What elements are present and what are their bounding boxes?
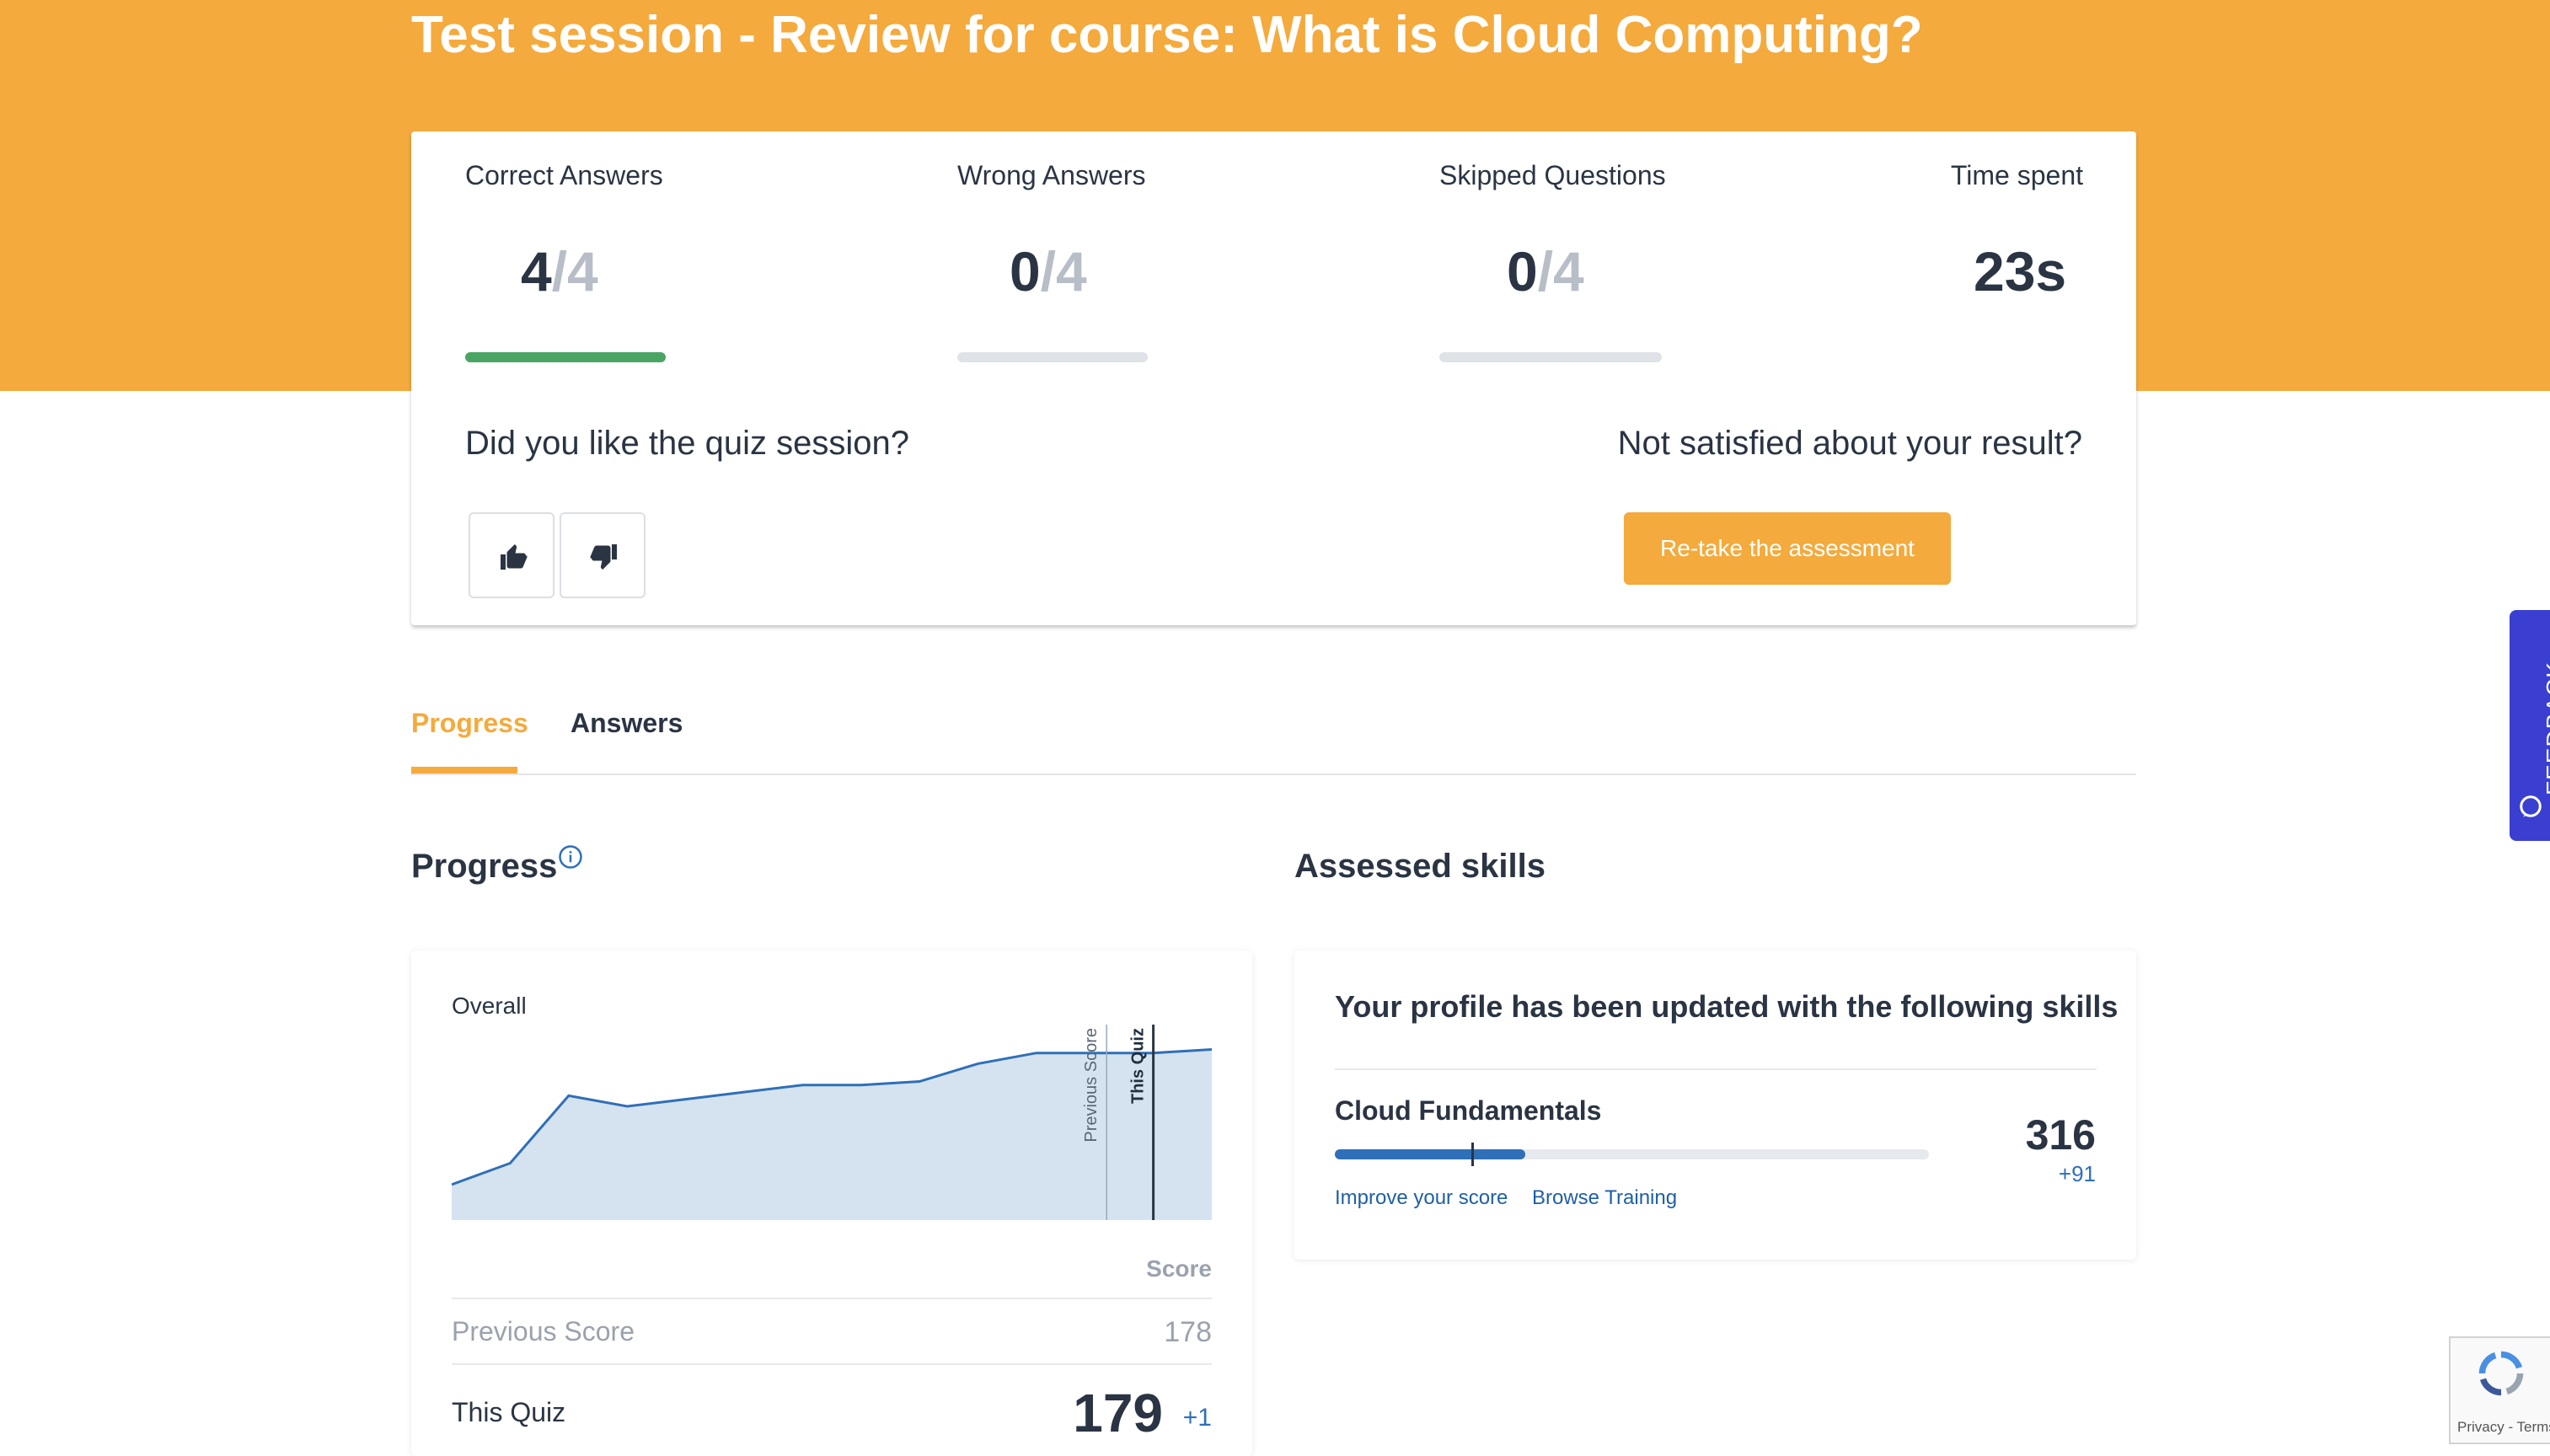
tab-answers[interactable]: Answers xyxy=(571,708,683,739)
thumbs-up-button[interactable] xyxy=(469,512,554,598)
stat-correct-label: Correct Answers xyxy=(465,160,663,191)
skill-name: Cloud Fundamentals xyxy=(1335,1095,1601,1127)
stat-skipped-label: Skipped Questions xyxy=(1439,160,1666,191)
stat-skipped-total: /4 xyxy=(1538,240,1584,302)
thumbs-up-icon xyxy=(498,542,528,572)
overall-progress-chart: Previous Score This Quiz xyxy=(452,1025,1212,1220)
results-card: Correct Answers 4/4 Wrong Answers 0/4 Sk… xyxy=(411,131,2136,625)
chart-title: Overall xyxy=(452,993,527,1020)
skills-panel: Your profile has been updated with the f… xyxy=(1294,950,2136,1260)
chart-marker-label: Previous Score xyxy=(1082,1028,1101,1143)
skill-progress-track xyxy=(1335,1149,1929,1159)
thumbs-down-button[interactable] xyxy=(560,512,646,598)
stat-skipped-value: 0/4 xyxy=(1507,239,1584,303)
recaptcha-links[interactable]: Privacy - Terms xyxy=(2457,1419,2550,1436)
stat-wrong-label: Wrong Answers xyxy=(957,160,1146,191)
skills-section-title: Assessed skills xyxy=(1294,848,1546,886)
score-divider xyxy=(452,1298,1212,1299)
improve-score-link[interactable]: Improve your score xyxy=(1335,1186,1508,1210)
page-title: Test session - Review for course: What i… xyxy=(411,5,1923,65)
stat-correct-count: 4 xyxy=(521,240,552,302)
browse-training-link[interactable]: Browse Training xyxy=(1532,1186,1677,1210)
this-quiz-label: This Quiz xyxy=(452,1397,565,1428)
this-quiz-score: 179 xyxy=(1073,1382,1163,1444)
retake-assessment-button[interactable]: Re-take the assessment xyxy=(1624,512,1951,585)
stat-wrong-count: 0 xyxy=(1010,240,1041,302)
chart-marker-label: This Quiz xyxy=(1129,1028,1148,1104)
stat-wrong-total: /4 xyxy=(1041,240,1087,302)
stat-wrong-bar xyxy=(957,352,1148,362)
stat-correct-value: 4/4 xyxy=(521,239,598,303)
thumbs-down-icon xyxy=(589,542,619,572)
stat-time-label: Time spent xyxy=(1951,160,2083,191)
info-icon[interactable] xyxy=(558,844,583,870)
skill-delta: +91 xyxy=(2059,1161,2096,1187)
this-quiz-delta: +1 xyxy=(1183,1404,1212,1432)
skills-divider xyxy=(1335,1068,2097,1070)
stat-skipped-bar xyxy=(1439,352,1662,362)
previous-score-value: 178 xyxy=(1164,1316,1212,1349)
stat-time-value: 23s xyxy=(1974,239,2066,303)
tab-progress[interactable]: Progress xyxy=(411,708,528,739)
skill-previous-marker xyxy=(1471,1143,1474,1166)
stat-correct-bar xyxy=(465,352,666,362)
previous-score-label: Previous Score xyxy=(452,1316,635,1347)
progress-panel: Overall Previous Score This Quiz Score Pr… xyxy=(411,950,1252,1456)
skills-card-heading: Your profile has been updated with the f… xyxy=(1335,989,2118,1025)
stat-skipped-count: 0 xyxy=(1507,240,1538,302)
tabs-divider xyxy=(411,774,2136,775)
stat-wrong-value: 0/4 xyxy=(1010,239,1087,303)
active-tab-indicator xyxy=(411,767,517,774)
feedback-chat-icon xyxy=(2518,794,2543,819)
unsatisfied-question: Not satisfied about your result? xyxy=(1618,425,2082,463)
skill-score: 316 xyxy=(2026,1111,2096,1159)
progress-section-title: Progress xyxy=(411,848,557,886)
recaptcha-icon xyxy=(2476,1348,2526,1399)
skill-progress-fill xyxy=(1335,1149,1525,1159)
score-column-header: Score xyxy=(1146,1255,1212,1282)
feedback-label: FEEDBACK xyxy=(2542,661,2550,795)
like-question: Did you like the quiz session? xyxy=(465,425,909,463)
stat-correct-total: /4 xyxy=(552,240,598,302)
score-divider xyxy=(452,1363,1212,1365)
feedback-tab[interactable]: FEEDBACK xyxy=(2510,610,2550,841)
recaptcha-badge[interactable]: Privacy - Terms xyxy=(2449,1336,2550,1444)
